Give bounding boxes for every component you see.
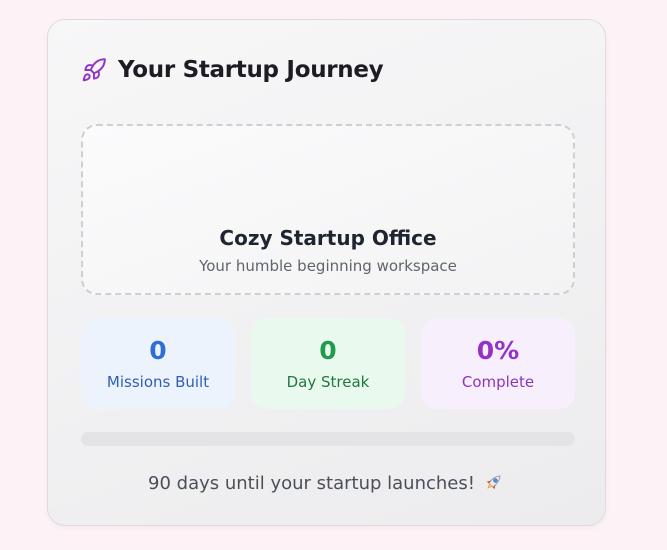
stat-value: 0: [149, 336, 167, 365]
stat-value: 0: [319, 336, 337, 365]
progress-bar: [81, 432, 575, 446]
rocket-emoji-icon: [486, 475, 501, 490]
countdown-text: 90 days until your startup launches!: [148, 472, 475, 494]
office-subtitle: Your humble beginning workspace: [199, 257, 457, 275]
stat-label: Missions Built: [106, 373, 210, 391]
stat-label: Complete: [461, 373, 535, 391]
stat-label: Day Streak: [286, 373, 370, 391]
stats-row: 0 Missions Built 0 Day Streak 0% Complet…: [81, 318, 575, 409]
stat-complete: 0% Complete: [421, 318, 575, 409]
startup-journey-card: Your Startup Journey Cozy Startup Office…: [47, 19, 606, 526]
office-title: Cozy Startup Office: [219, 226, 437, 250]
stat-day-streak: 0 Day Streak: [251, 318, 405, 409]
launch-countdown: 90 days until your startup launches!: [48, 471, 605, 495]
stat-value: 0%: [476, 336, 520, 365]
rocket-icon: [82, 58, 106, 82]
office-preview: Cozy Startup Office Your humble beginnin…: [81, 124, 575, 295]
card-title: Your Startup Journey: [118, 57, 384, 83]
card-header: Your Startup Journey: [81, 57, 384, 83]
stat-missions-built: 0 Missions Built: [81, 318, 235, 409]
